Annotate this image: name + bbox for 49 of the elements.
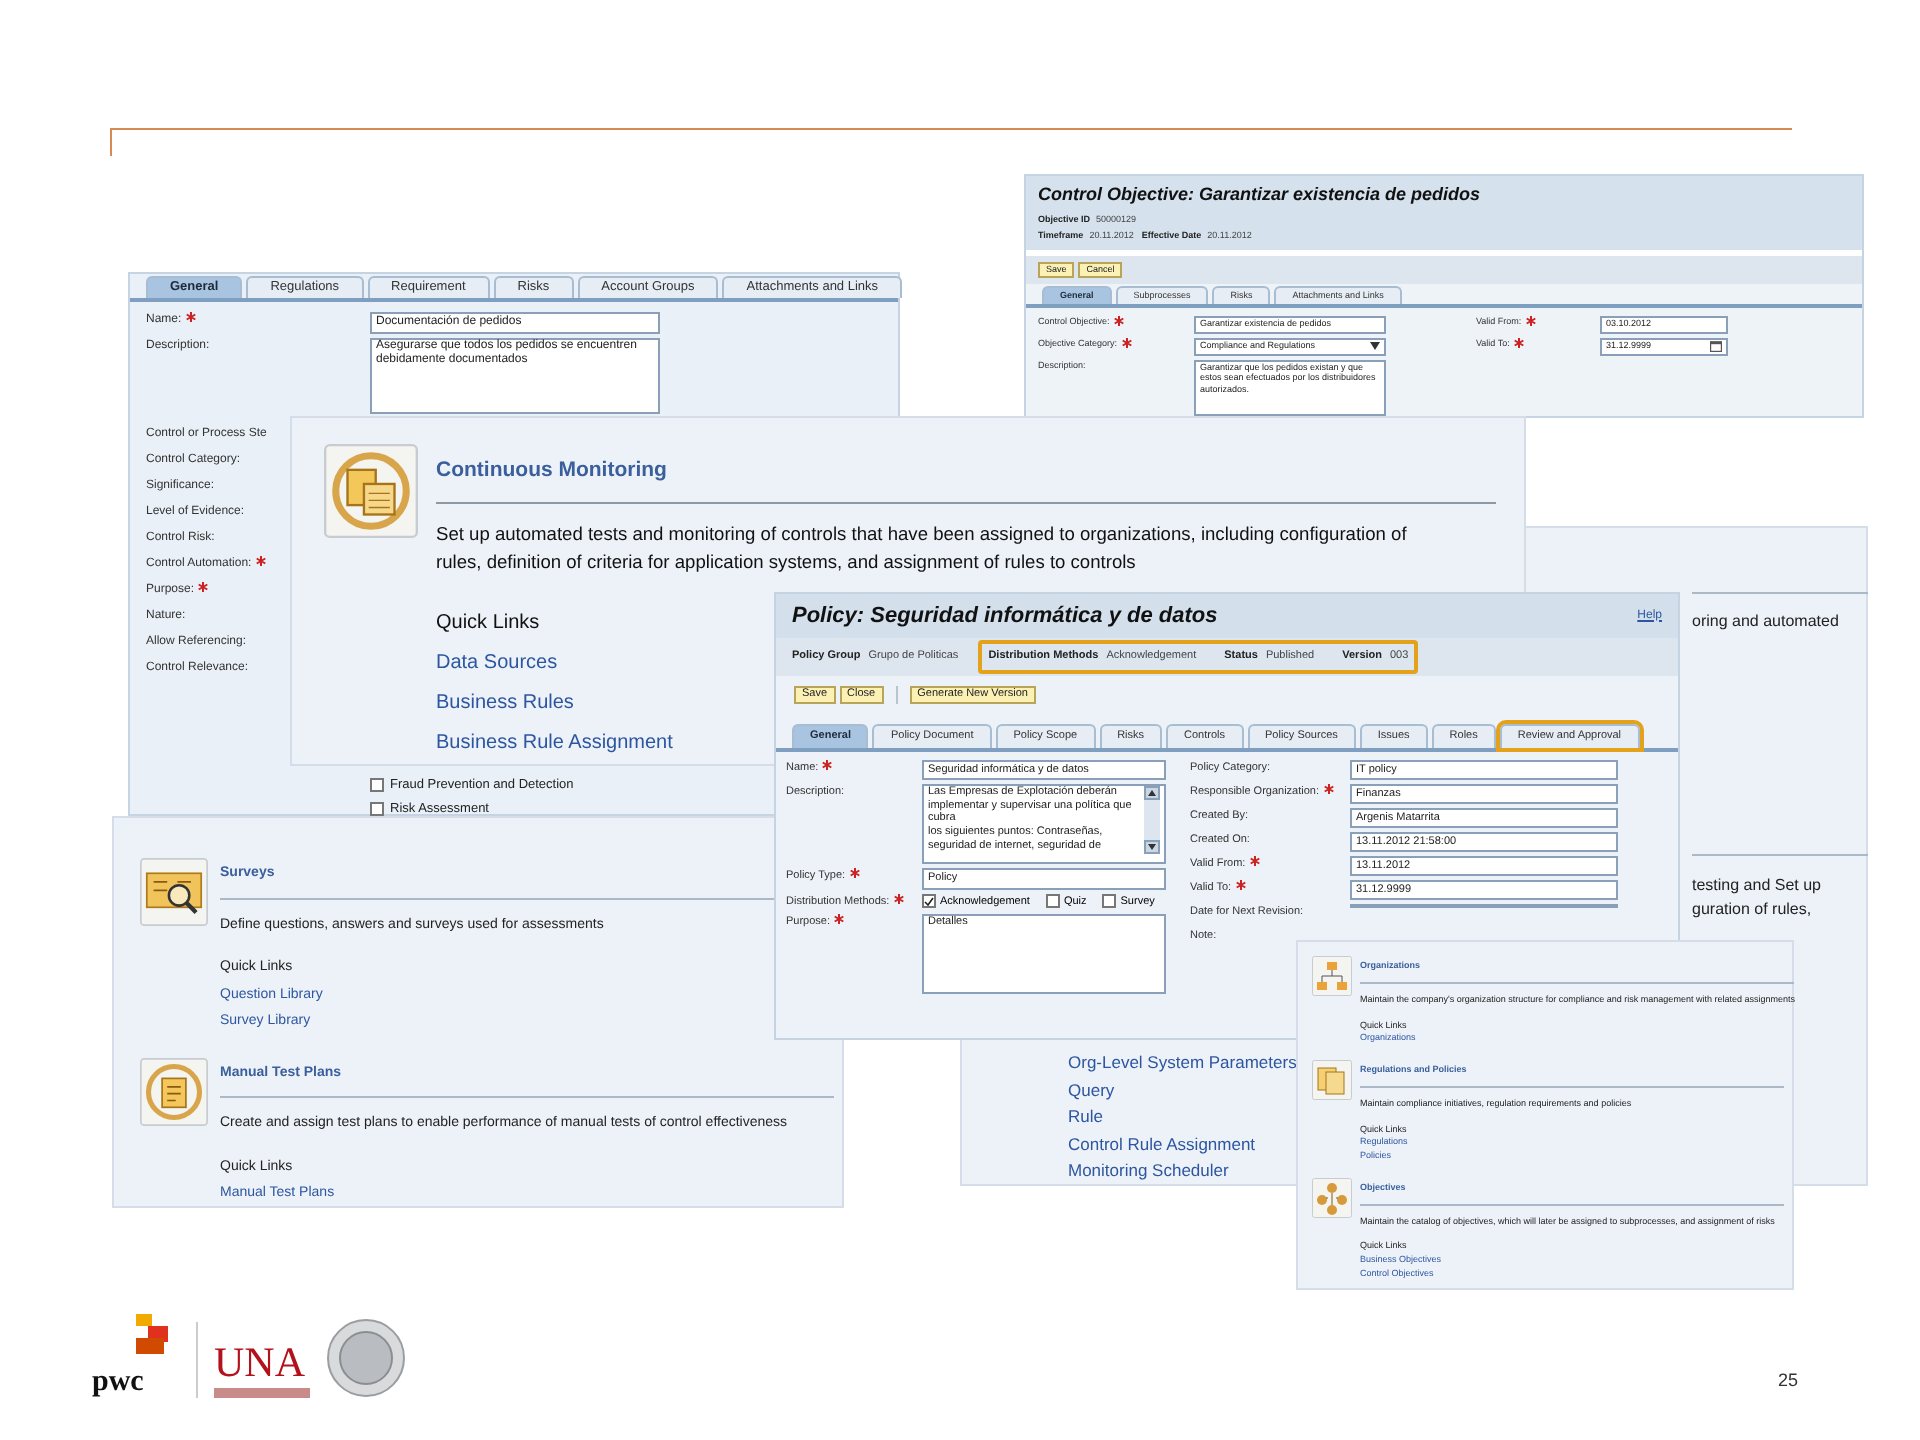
section-title: Continuous Monitoring bbox=[436, 456, 667, 486]
description-fragment: oring and automated bbox=[1692, 610, 1841, 634]
seal-icon bbox=[326, 1318, 406, 1398]
required-icon bbox=[185, 311, 196, 322]
quick-link[interactable]: Data Sources bbox=[436, 647, 558, 678]
calendar-icon bbox=[1710, 340, 1722, 353]
quick-link[interactable]: Query bbox=[1068, 1077, 1115, 1102]
window-title: Policy: Seguridad informática y de datos bbox=[792, 601, 1218, 632]
required-icon bbox=[198, 581, 209, 592]
quick-link[interactable]: Business Rule Assignment bbox=[436, 727, 673, 758]
required-icon bbox=[1513, 338, 1524, 349]
checkbox[interactable] bbox=[370, 778, 384, 793]
description-fragment: testing and Set up bbox=[1692, 874, 1823, 898]
checkbox[interactable] bbox=[370, 801, 384, 816]
required-icon bbox=[255, 555, 266, 566]
page-number: 25 bbox=[1778, 1368, 1799, 1394]
description-fragment: guration of rules, bbox=[1692, 898, 1814, 922]
section-description: Set up automated tests and monitoring of controls that have been assigned to organizations, including configuration of rules, definition of criteria for application systems, and assignment of rules to controls bbox=[436, 521, 1409, 576]
required-icon bbox=[1121, 338, 1132, 349]
window-title: Control Objective: Garantizar existencia de pedidos bbox=[1038, 182, 1483, 208]
hierarchy-icon bbox=[1312, 1177, 1352, 1218]
required-icon bbox=[834, 913, 845, 924]
required-icon bbox=[1323, 784, 1334, 794]
quick-link[interactable]: Rule bbox=[1068, 1104, 1103, 1129]
pwc-logo: pwc bbox=[92, 1310, 180, 1398]
checkbox[interactable] bbox=[922, 894, 936, 909]
quick-link[interactable]: Control Rule Assignment bbox=[1068, 1131, 1256, 1156]
checkbox[interactable] bbox=[1045, 894, 1060, 909]
university-logo: UNA bbox=[214, 1342, 310, 1398]
quick-link[interactable]: Org-Level System Parameters bbox=[1068, 1050, 1297, 1075]
checkbox[interactable] bbox=[1102, 894, 1117, 909]
org-chart-icon bbox=[1312, 956, 1352, 996]
required-icon bbox=[822, 760, 833, 770]
check-icon bbox=[924, 895, 934, 908]
documents-icon bbox=[1312, 1060, 1352, 1100]
quick-link[interactable]: Monitoring Scheduler bbox=[1068, 1158, 1229, 1183]
cycle-documents-icon bbox=[324, 444, 418, 538]
required-icon bbox=[1249, 856, 1260, 866]
scrollbar-icon bbox=[1144, 786, 1160, 855]
quick-link[interactable]: Business Rules bbox=[436, 687, 574, 718]
clipboard-cycle-icon bbox=[140, 1057, 208, 1125]
required-icon bbox=[1235, 880, 1246, 890]
required-icon bbox=[849, 868, 860, 879]
quick-links-label: Quick Links bbox=[436, 609, 540, 638]
required-icon bbox=[1113, 316, 1124, 327]
required-icon bbox=[1525, 316, 1536, 327]
dropdown-caret-icon bbox=[1370, 342, 1380, 351]
required-icon bbox=[893, 893, 904, 903]
survey-magnifier-icon bbox=[140, 858, 208, 926]
